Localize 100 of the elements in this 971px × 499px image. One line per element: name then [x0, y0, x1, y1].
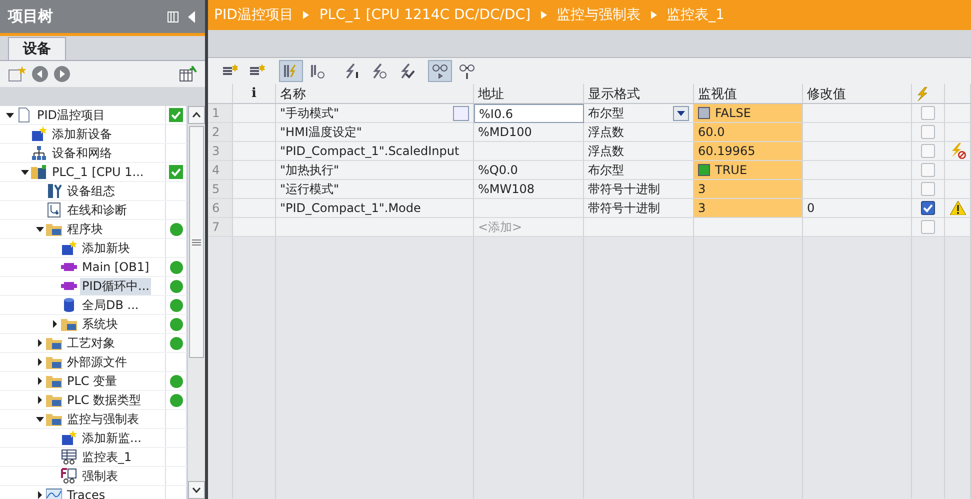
add-icon — [31, 126, 47, 142]
tree-item[interactable]: 强制表 — [80, 468, 120, 484]
force-checkbox[interactable] — [921, 144, 935, 158]
dropdown-button[interactable] — [673, 106, 689, 120]
row-number: 4 — [208, 161, 233, 180]
folder-icon — [61, 316, 77, 332]
force-checkbox[interactable] — [921, 163, 935, 177]
tag-name: "运行模式" — [280, 180, 340, 198]
column-header[interactable]: 地址 — [474, 84, 584, 103]
panel-title: 项目树 — [8, 7, 54, 26]
tree-item[interactable]: 在线和诊断 — [65, 202, 129, 218]
force-checkbox[interactable] — [921, 125, 935, 139]
tree-item[interactable]: 外部源文件 — [65, 354, 129, 370]
tree-item[interactable]: 添加新设备 — [50, 126, 114, 142]
tree-item[interactable]: PID循环中... — [80, 278, 152, 294]
display-format: 带符号十进制 — [588, 180, 660, 198]
monitor-value: 3 — [698, 182, 706, 196]
row-number: 7 — [208, 218, 233, 237]
folder-icon — [46, 373, 62, 389]
table-cell: %MW108 — [474, 180, 584, 199]
folder-icon — [46, 221, 62, 237]
tree-item[interactable]: Traces — [65, 488, 108, 499]
tree-item[interactable]: PID温控项目 — [35, 106, 108, 124]
monitor-value: TRUE — [715, 163, 748, 177]
tree-item[interactable]: 监控与强制表 — [65, 410, 141, 428]
tree-item[interactable]: 设备组态 — [65, 182, 117, 200]
tree-item[interactable]: PLC 变量 — [65, 372, 120, 390]
expanded-arrow-icon[interactable] — [34, 224, 46, 234]
toolbar-tool-icon — [370, 62, 388, 80]
checkmark-icon — [923, 204, 933, 212]
panel-layout-icon[interactable] — [167, 10, 179, 22]
tree-item[interactable]: Main [OB1] — [80, 260, 152, 274]
scrollbar[interactable] — [187, 106, 205, 499]
expanded-arrow-icon[interactable] — [19, 167, 31, 177]
force-table-icon — [61, 468, 77, 484]
display-format: 浮点数 — [588, 142, 624, 160]
scroll-down-icon[interactable] — [192, 487, 201, 493]
expanded-arrow-icon[interactable] — [4, 110, 16, 120]
display-format: 布尔型 — [588, 162, 624, 178]
column-header[interactable]: 显示格式 — [584, 84, 694, 103]
caret-icon — [677, 110, 685, 116]
tag-name: "手动模式" — [280, 104, 340, 122]
force-checkbox[interactable] — [921, 106, 935, 120]
tag-name: "PID_Compact_1".Mode — [280, 201, 421, 215]
tree-item[interactable]: 设备和网络 — [50, 144, 114, 162]
add-icon — [61, 430, 77, 446]
column-header[interactable]: 名称 — [276, 84, 474, 103]
display-format: 布尔型 — [588, 104, 624, 122]
force-checkbox[interactable] — [921, 201, 935, 215]
address-field[interactable]: %I0.6 — [474, 104, 584, 123]
table-cell: 0 — [803, 199, 912, 218]
tree-item[interactable]: 全局DB ... — [80, 296, 141, 314]
tree-item[interactable]: 监控表_1 — [80, 448, 134, 466]
row-number: 1 — [208, 104, 233, 123]
table-export-icon[interactable] — [179, 66, 197, 82]
tree-item[interactable]: 添加新监... — [80, 430, 144, 446]
column-header[interactable]: 修改值 — [803, 84, 912, 103]
column-header[interactable]: 监视值 — [694, 84, 803, 103]
db-icon — [61, 297, 77, 313]
browse-button[interactable] — [453, 106, 469, 120]
tree-item[interactable]: 工艺对象 — [65, 334, 117, 352]
display-format: 带符号十进制 — [588, 200, 660, 216]
tag-name: "PID_Compact_1".ScaledInput — [280, 144, 460, 158]
collapse-icon[interactable] — [187, 10, 197, 22]
column-header[interactable]: i — [233, 84, 276, 103]
monitor-value: 3 — [698, 201, 706, 215]
folder-icon — [46, 354, 62, 370]
expanded-arrow-icon[interactable] — [34, 414, 46, 424]
folder-icon — [46, 411, 62, 427]
tag-name: "HMI温度设定" — [280, 124, 362, 140]
tag-name: "加热执行" — [280, 162, 340, 178]
new-item-icon[interactable] — [8, 66, 26, 82]
tree-item[interactable]: PLC_1 [CPU 1... — [50, 165, 146, 179]
plc-icon — [31, 164, 47, 180]
force-checkbox[interactable] — [921, 220, 935, 234]
network-icon — [31, 145, 47, 161]
table-cell: %Q0.0 — [474, 161, 584, 180]
tree-item[interactable]: 系统块 — [80, 316, 120, 332]
table-cell: %MD100 — [474, 123, 584, 142]
force-checkbox[interactable] — [921, 182, 935, 196]
back-icon[interactable] — [32, 66, 48, 82]
scroll-up-icon[interactable] — [192, 112, 201, 118]
tree-item[interactable]: PLC 数据类型 — [65, 392, 144, 408]
folder-icon — [46, 392, 62, 408]
trace-icon — [46, 487, 62, 499]
row-number: 3 — [208, 142, 233, 161]
tree-item[interactable]: 程序块 — [65, 220, 105, 238]
folder-icon — [46, 335, 62, 351]
row-number: 5 — [208, 180, 233, 199]
tree-item[interactable]: 添加新块 — [80, 240, 132, 256]
display-format: 浮点数 — [588, 124, 624, 140]
row-number: 6 — [208, 199, 233, 218]
toolbar-tool-icon — [343, 62, 361, 80]
toolbar-button[interactable] — [428, 60, 452, 82]
config-icon — [46, 183, 62, 199]
monitor-value: FALSE — [715, 106, 751, 120]
monitor-value: 60.0 — [698, 125, 725, 139]
forward-icon[interactable] — [54, 66, 70, 82]
monitor-value: 60.19965 — [698, 144, 756, 158]
devices-tab[interactable]: 设备 — [8, 37, 66, 60]
